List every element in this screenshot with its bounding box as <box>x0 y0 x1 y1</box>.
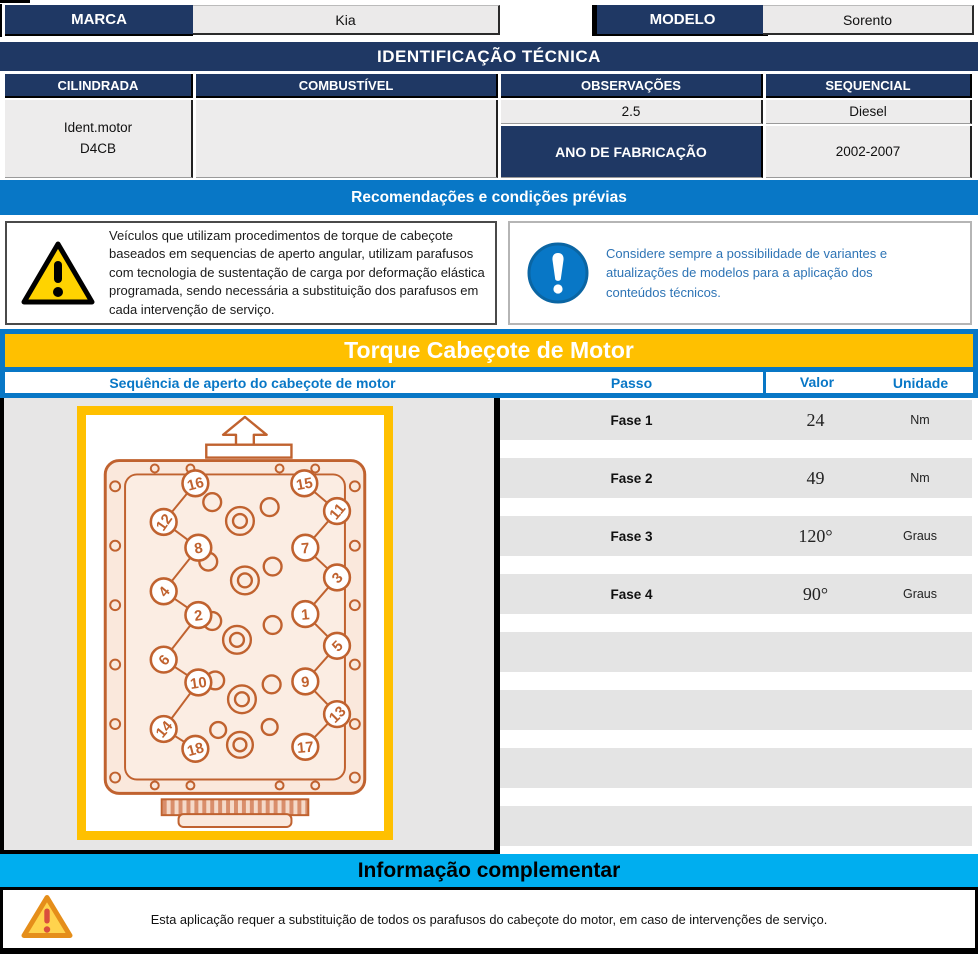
torque-row <box>500 748 972 788</box>
torque-valor: 49 <box>763 468 868 489</box>
informacao-complementar-text: Esta aplicação requer a substituição de … <box>61 912 918 927</box>
info-circle-icon <box>510 241 606 305</box>
torque-passo: Fase 4 <box>500 587 763 602</box>
marca-header: MARCA <box>5 5 193 36</box>
head-bolt-sequence-svg: 161512118743216510914131817 <box>86 415 384 831</box>
bolt-number: 15 <box>295 475 314 494</box>
torque-row: Fase 249Nm <box>500 458 972 498</box>
torque-unidade: Graus <box>868 587 972 601</box>
torque-unidade: Graus <box>868 529 972 543</box>
col-header-combustivel: COMBUSTÍVEL <box>196 74 498 98</box>
info-box: Considere sempre a possibilidade de vari… <box>508 221 972 325</box>
page: MARCA Kia MODELO Sorento IDENTIFICAÇÃO T… <box>0 0 978 956</box>
modelo-header: MODELO <box>592 5 768 36</box>
torque-passo: Fase 3 <box>500 529 763 544</box>
torque-row <box>500 690 972 730</box>
col-header-observacoes: OBSERVAÇÕES <box>501 74 763 98</box>
passo-column-header: Passo <box>500 375 763 391</box>
top-bar: MARCA Kia MODELO Sorento <box>0 5 978 36</box>
direction-arrow-icon <box>206 417 291 458</box>
torque-row: Fase 490°Graus <box>500 574 972 614</box>
torque-unidade: Nm <box>868 471 972 485</box>
marca-value: Kia <box>193 5 500 35</box>
observacoes-line1: Ident.motor <box>64 118 132 138</box>
cilindrada-value: 2.5 <box>501 100 763 124</box>
observacoes-line2: D4CB <box>80 139 116 159</box>
modelo-value: Sorento <box>763 5 974 35</box>
identificacao-data-grid: 2.5 Diesel Ident.motor D4CB ANO DE FABRI… <box>5 100 972 178</box>
observacoes-value: Ident.motor D4CB <box>5 100 193 178</box>
torque-title: Torque Cabeçote de Motor <box>5 334 973 367</box>
diagram-panel: 161512118743216510914131817 <box>0 398 500 854</box>
cylinder-head-diagram: 161512118743216510914131817 <box>86 415 384 831</box>
ano-fabricacao-value: 2002-2007 <box>766 126 972 178</box>
bolt-number: 10 <box>189 675 208 693</box>
recomendacoes-banner: Recomendações e condições prévias <box>0 180 978 215</box>
sequencial-value <box>196 100 498 178</box>
torque-passo: Fase 1 <box>500 413 763 428</box>
warning-box: Veículos que utilizam procedimentos de t… <box>5 221 497 325</box>
informacao-complementar-banner: Informação complementar <box>0 854 978 887</box>
torque-row <box>500 806 972 846</box>
torque-main-row: 161512118743216510914131817 Fase 124NmFa… <box>0 398 978 854</box>
alert-triangle-icon <box>21 894 73 945</box>
torque-section-header: Torque Cabeçote de Motor Sequência de ap… <box>0 329 978 398</box>
page-edge-mark <box>0 0 30 3</box>
torque-unidade: Nm <box>868 413 972 427</box>
bolt-number: 1 <box>301 607 311 624</box>
torque-subheader: Sequência de aperto do cabeçote de motor… <box>5 372 973 393</box>
torque-row: Fase 124Nm <box>500 400 972 440</box>
recomendacoes-row: Veículos que utilizam procedimentos de t… <box>5 221 973 325</box>
torque-passo: Fase 2 <box>500 471 763 486</box>
torque-rows: Fase 124NmFase 249NmFase 3120°GrausFase … <box>500 398 978 854</box>
combustivel-value: Diesel <box>766 100 972 124</box>
torque-valor: 120° <box>763 526 868 547</box>
bolt-number: 7 <box>301 541 311 558</box>
warning-text: Veículos que utilizam procedimentos de t… <box>109 227 495 319</box>
identificacao-tecnica-banner: IDENTIFICAÇÃO TÉCNICA <box>0 42 978 71</box>
col-header-cilindrada: CILINDRADA <box>5 74 193 98</box>
bolt-number: 9 <box>301 675 311 692</box>
informacao-complementar-box: Esta aplicação requer a substituição de … <box>0 887 978 954</box>
ano-fabricacao-header: ANO DE FABRICAÇÃO <box>501 126 763 178</box>
info-text: Considere sempre a possibilidade de vari… <box>606 244 970 303</box>
torque-row: Fase 3120°Graus <box>500 516 972 556</box>
bolt-number: 17 <box>297 740 315 757</box>
warning-triangle-icon <box>7 239 109 307</box>
bottom-connector <box>162 799 309 827</box>
torque-row <box>500 632 972 672</box>
torque-valor: 90° <box>763 584 868 605</box>
identificacao-header-row: CILINDRADA COMBUSTÍVEL OBSERVAÇÕES SEQUE… <box>5 74 972 98</box>
col-header-sequencial: SEQUENCIAL <box>766 74 972 98</box>
seq-column-header: Sequência de aperto do cabeçote de motor <box>5 375 500 391</box>
unidade-column-header: Unidade <box>868 375 973 391</box>
torque-valor: 24 <box>763 410 868 431</box>
valor-column-header: Valor <box>763 372 868 393</box>
diagram-frame: 161512118743216510914131817 <box>77 406 393 840</box>
